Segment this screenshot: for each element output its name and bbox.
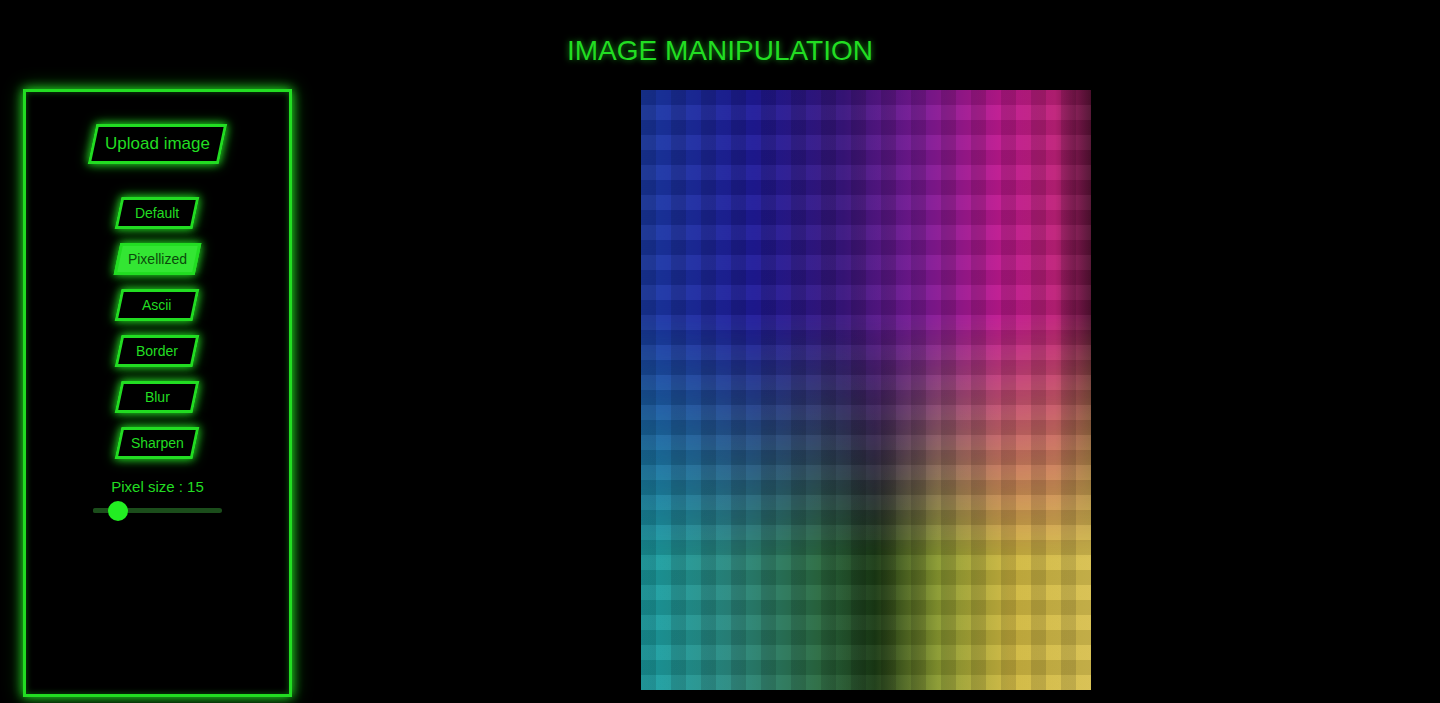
pixelated-image [641, 90, 1091, 690]
page-title: IMAGE MANIPULATION [0, 0, 1440, 89]
upload-label: Upload image [105, 131, 210, 157]
filter-label: Sharpen [131, 433, 184, 454]
filter-label: Pixellized [128, 249, 187, 270]
upload-button[interactable]: Upload image [88, 124, 227, 164]
filter-button[interactable]: Default [115, 197, 200, 229]
filter-button[interactable]: Pixellized [114, 243, 202, 275]
filter-button[interactable]: Blur [115, 381, 200, 413]
filter-label: Blur [145, 387, 170, 408]
control-panel: Upload image Default Pixellized Ascii Borde… [23, 89, 292, 697]
filter-label: Ascii [143, 295, 173, 316]
image-area [292, 89, 1440, 703]
filter-button[interactable]: Sharpen [115, 427, 200, 459]
slider-label: Pixel size : 15 [111, 477, 204, 497]
filter-label: Default [135, 203, 179, 224]
filter-label: Border [136, 341, 178, 362]
slider-thumb[interactable] [108, 501, 128, 521]
pixel-size-slider[interactable] [93, 508, 222, 513]
filter-button[interactable]: Ascii [115, 289, 200, 321]
filter-button[interactable]: Border [115, 335, 200, 367]
filter-list: Default Pixellized Ascii Border Blur Sharpen [117, 197, 198, 459]
